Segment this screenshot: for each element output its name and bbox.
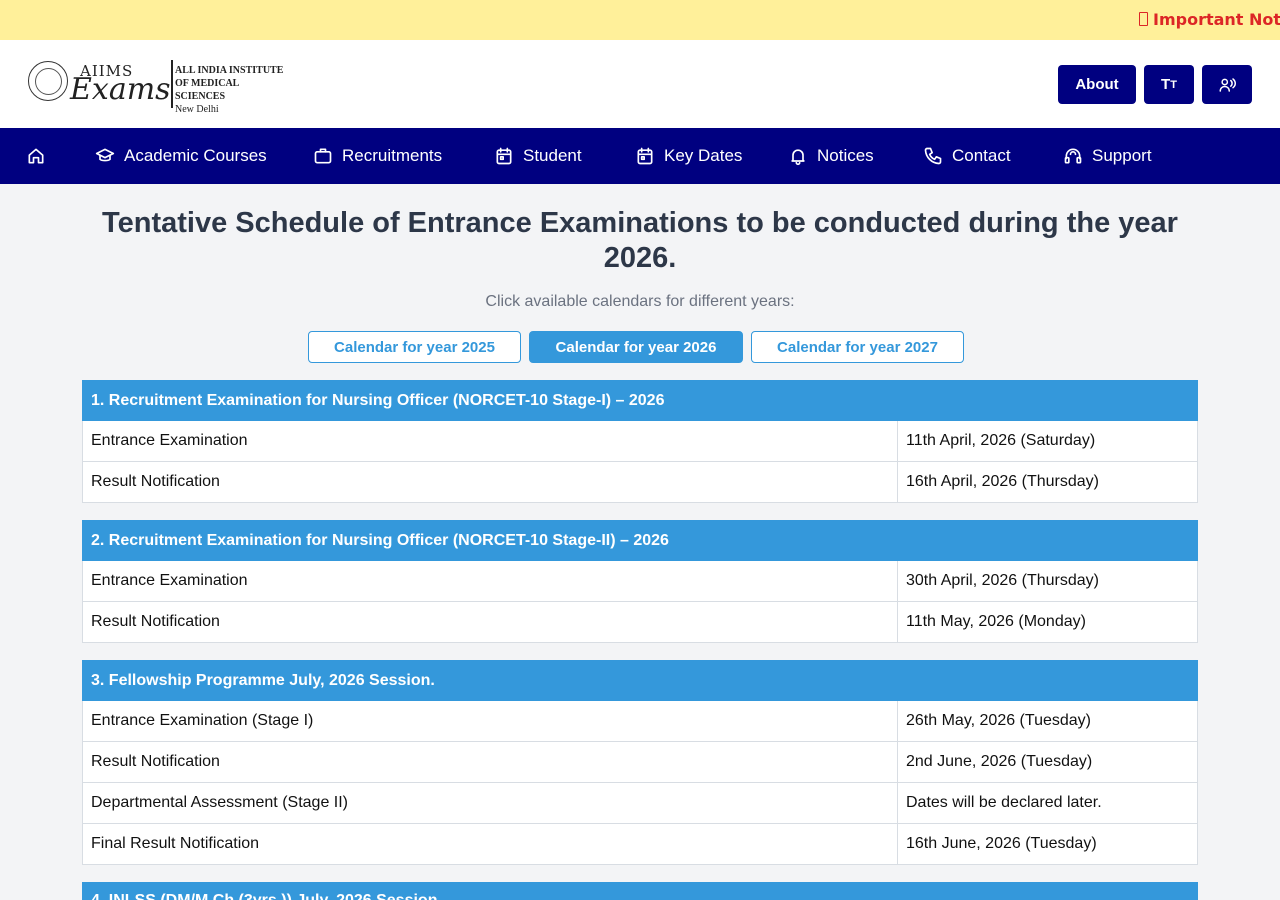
event-cell: Result Notification <box>83 462 898 502</box>
schedule-section-title: 4. INI-SS (DM/M.Ch.(3yrs.)) July, 2026 S… <box>82 882 1198 900</box>
schedule-table-fellowship: 3. Fellowship Programme July, 2026 Sessi… <box>82 660 1198 865</box>
schedule-section-title: 2. Recruitment Examination for Nursing O… <box>82 520 1198 561</box>
table-row: Result Notification 11th May, 2026 (Mond… <box>82 602 1198 643</box>
nav-key-dates[interactable]: Key Dates <box>635 128 742 184</box>
bell-icon <box>791 149 805 166</box>
main-nav: Academic Courses Recruitments Student Ke… <box>0 128 1280 184</box>
calendar-2025-button[interactable]: Calendar for year 2025 <box>308 331 521 363</box>
home-icon <box>28 148 44 164</box>
event-cell: Entrance Examination <box>83 561 898 601</box>
event-cell: Entrance Examination (Stage I) <box>83 701 898 741</box>
notice-icon <box>1139 12 1148 26</box>
nav-student[interactable]: Student <box>494 128 582 184</box>
page-title: Tentative Schedule of Entrance Examinati… <box>102 207 1178 274</box>
aiims-exams-logo[interactable]: AIIMS Exams ALL INDIA INSTITUTE OF MEDIC… <box>28 60 290 115</box>
text-size-button[interactable]: TT <box>1144 65 1194 104</box>
event-cell: Result Notification <box>83 742 898 782</box>
event-cell: Result Notification <box>83 602 898 642</box>
schedule-table-norcet-stage-2: 2. Recruitment Examination for Nursing O… <box>82 520 1198 643</box>
nav-recruitments[interactable]: Recruitments <box>313 128 442 184</box>
aiims-seal-icon <box>28 61 68 101</box>
table-row: Result Notification 16th April, 2026 (Th… <box>82 462 1198 503</box>
schedule-table-norcet-stage-1: 1. Recruitment Examination for Nursing O… <box>82 380 1198 503</box>
date-cell: 30th April, 2026 (Thursday) <box>906 572 1099 589</box>
date-cell: Dates will be declared later. <box>906 794 1102 811</box>
event-cell: Entrance Examination <box>83 421 898 461</box>
nav-contact[interactable]: Contact <box>923 128 1011 184</box>
calendar-2027-button[interactable]: Calendar for year 2027 <box>751 331 964 363</box>
notice-bar: Important Notice <box>0 0 1280 40</box>
date-cell: 11th May, 2026 (Monday) <box>906 613 1086 630</box>
schedule-table-ini-ss: 4. INI-SS (DM/M.Ch.(3yrs.)) July, 2026 S… <box>82 882 1198 900</box>
graduation-cap-icon <box>95 148 115 162</box>
nav-home[interactable] <box>26 128 55 184</box>
nav-support[interactable]: Support <box>1063 128 1152 184</box>
phone-icon <box>924 147 942 165</box>
site-header: AIIMS Exams ALL INDIA INSTITUTE OF MEDIC… <box>0 40 1280 128</box>
schedule-section-title: 1. Recruitment Examination for Nursing O… <box>82 380 1198 421</box>
date-cell: 11th April, 2026 (Saturday) <box>906 432 1096 449</box>
table-row: Entrance Examination (Stage I) 26th May,… <box>82 701 1198 742</box>
calendar-2026-button[interactable]: Calendar for year 2026 <box>529 331 743 363</box>
table-row: Entrance Examination 30th April, 2026 (T… <box>82 561 1198 602</box>
table-row: Entrance Examination 11th April, 2026 (S… <box>82 421 1198 462</box>
about-button[interactable]: About <box>1058 65 1136 104</box>
calendar-icon <box>496 147 512 165</box>
briefcase-icon <box>314 148 332 164</box>
calendar-hint: Click available calendars for different … <box>485 293 795 310</box>
important-notice-marquee[interactable]: Important Notice <box>1139 10 1280 29</box>
table-row: Final Result Notification 16th June, 202… <box>82 824 1198 865</box>
table-row: Result Notification 2nd June, 2026 (Tues… <box>82 742 1198 783</box>
event-cell: Departmental Assessment (Stage II) <box>83 783 898 823</box>
logo-institute-name: ALL INDIA INSTITUTE OF MEDICAL SCIENCES … <box>175 65 284 115</box>
headset-icon <box>1064 148 1082 164</box>
nav-notices[interactable]: Notices <box>788 128 874 184</box>
schedule-section-title: 3. Fellowship Programme July, 2026 Sessi… <box>82 660 1198 701</box>
voice-user-icon <box>1219 77 1236 92</box>
calendar-icon <box>637 147 653 165</box>
logo-divider <box>171 60 173 108</box>
screen-reader-button[interactable] <box>1202 65 1252 104</box>
logo-exams-text: Exams <box>70 72 171 107</box>
date-cell: 16th June, 2026 (Tuesday) <box>906 835 1097 852</box>
event-cell: Final Result Notification <box>83 824 898 864</box>
date-cell: 26th May, 2026 (Tuesday) <box>906 712 1091 729</box>
date-cell: 2nd June, 2026 (Tuesday) <box>906 753 1093 770</box>
nav-academic-courses[interactable]: Academic Courses <box>95 128 267 184</box>
table-row: Departmental Assessment (Stage II) Dates… <box>82 783 1198 824</box>
date-cell: 16th April, 2026 (Thursday) <box>906 473 1099 490</box>
